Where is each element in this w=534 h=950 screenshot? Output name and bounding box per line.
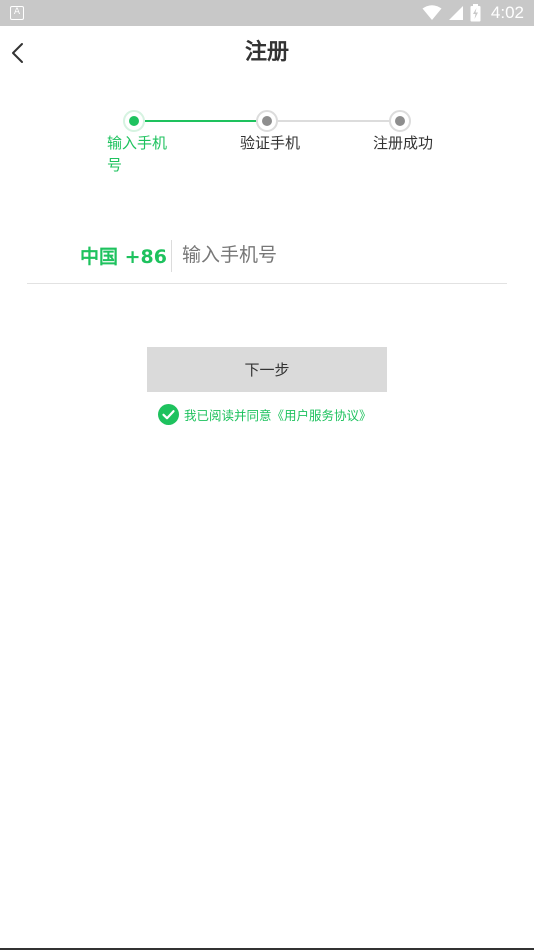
phone-input-row: 中国 +86 — [27, 228, 507, 284]
cell-signal-icon — [448, 6, 463, 20]
divider — [171, 240, 172, 272]
battery-charging-icon — [470, 4, 481, 22]
status-icons: 4:02 — [422, 0, 524, 26]
step-3-label: 注册成功 — [373, 134, 434, 152]
wifi-icon — [422, 5, 442, 20]
country-code-selector[interactable]: 中国 +86 — [80, 242, 167, 269]
status-time: 4:02 — [490, 3, 524, 22]
agreement-row: 我已阅读并同意《用户服务协议》 — [158, 403, 372, 425]
header: 注册 — [0, 26, 534, 80]
step-1-indicator — [123, 110, 145, 132]
step-1-label: 输入手机号 — [107, 134, 168, 174]
registration-stepper: 输入手机号 验证手机 注册成功 — [0, 100, 534, 180]
agreement-checkbox[interactable] — [158, 403, 179, 425]
phone-number-input[interactable] — [182, 236, 482, 274]
page-title: 注册 — [244, 40, 289, 65]
app-notification-icon: A — [10, 6, 24, 20]
step-3-indicator — [389, 110, 411, 132]
step-2-indicator — [256, 110, 278, 132]
step-connector-2 — [278, 120, 390, 122]
check-circle-icon — [158, 403, 179, 425]
step-2-label: 验证手机 — [240, 134, 301, 152]
back-button[interactable] — [0, 26, 34, 80]
next-step-button[interactable]: 下一步 — [147, 347, 387, 392]
status-bar: A 4:02 — [0, 0, 534, 26]
step-connector-1 — [145, 120, 257, 122]
agreement-link[interactable]: 我已阅读并同意《用户服务协议》 — [184, 405, 372, 424]
chevron-left-icon — [12, 43, 23, 63]
